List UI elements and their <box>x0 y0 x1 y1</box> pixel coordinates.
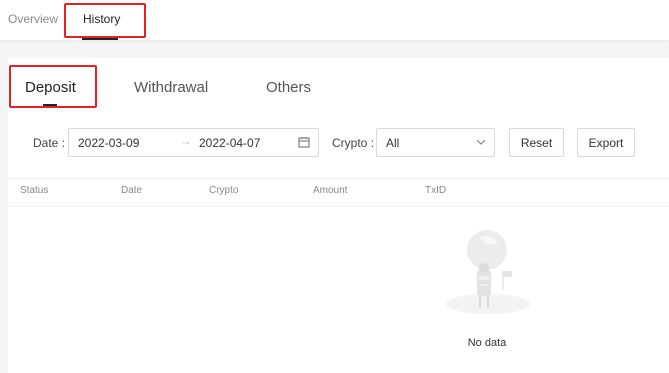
active-tab-underline <box>82 38 118 40</box>
empty-state-text: No data <box>467 337 507 349</box>
reset-button[interactable]: Reset <box>509 128 564 157</box>
empty-state-illustration <box>446 230 530 314</box>
chevron-down-icon <box>476 139 486 145</box>
column-crypto: Crypto <box>209 185 239 196</box>
start-date-input[interactable]: 2022-03-09 <box>78 136 139 150</box>
column-status: Status <box>20 185 49 196</box>
column-date: Date <box>121 185 143 196</box>
column-amount: Amount <box>313 185 348 196</box>
tab-withdrawal[interactable]: Withdrawal <box>134 79 208 96</box>
end-date-input[interactable]: 2022-04-07 <box>199 136 260 150</box>
crypto-label: Crypto : <box>332 136 375 150</box>
column-txid: TxID <box>425 185 447 196</box>
highlight-box-deposit-tab <box>9 65 97 108</box>
arrow-right-icon: → <box>180 134 192 148</box>
calendar-icon[interactable] <box>298 136 310 148</box>
tab-others[interactable]: Others <box>266 79 311 96</box>
crypto-select-value: All <box>386 136 400 150</box>
history-panel <box>8 58 669 373</box>
export-button[interactable]: Export <box>577 128 635 157</box>
highlight-box-history-tab <box>64 3 146 38</box>
date-label: Date : <box>33 136 66 150</box>
tab-overview[interactable]: Overview <box>8 12 58 26</box>
